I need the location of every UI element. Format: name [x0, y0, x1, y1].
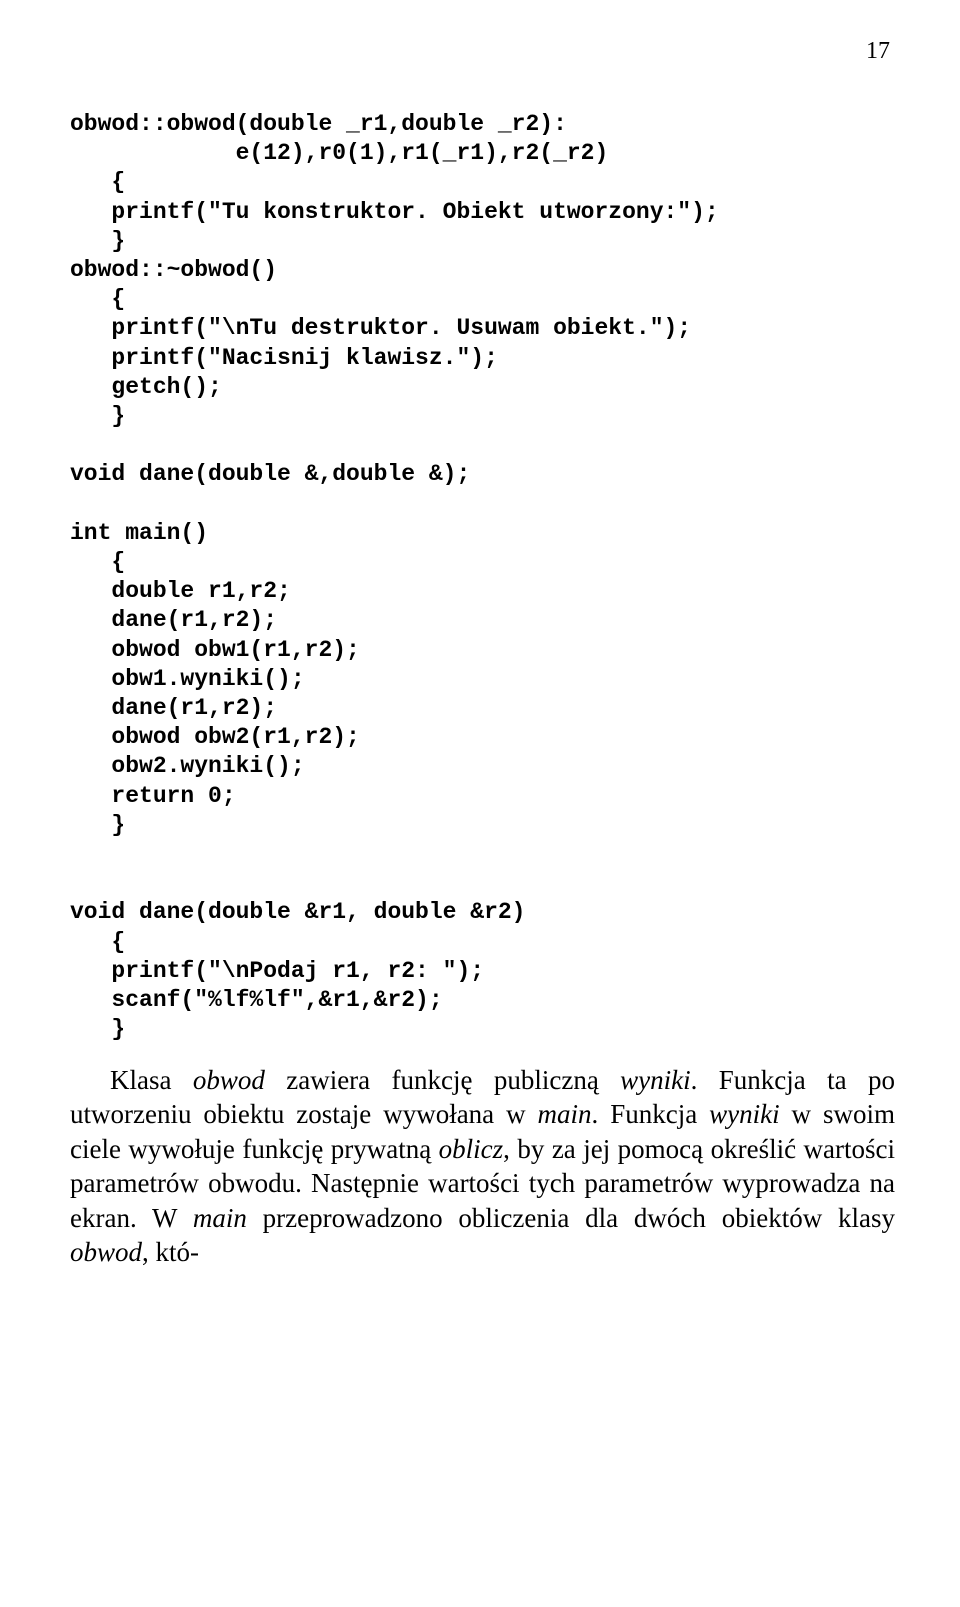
text: , któ-: [142, 1237, 199, 1267]
italic-text: obwod: [70, 1237, 142, 1267]
code-block: obwod::obwod(double _r1,double _r2): e(1…: [70, 110, 895, 1045]
italic-text: oblicz: [439, 1134, 504, 1164]
page-number: 17: [866, 38, 890, 65]
italic-text: wyniki: [620, 1065, 690, 1095]
text: . Funkcja: [592, 1099, 710, 1129]
text: zawiera funkcję publiczną: [265, 1065, 620, 1095]
italic-text: main: [538, 1099, 592, 1129]
italic-text: wy­niki: [709, 1099, 779, 1129]
page: 17 obwod::obwod(double _r1,double _r2): …: [0, 0, 960, 1310]
body-paragraph: Klasa obwod zawiera funkcję publiczną wy…: [70, 1063, 895, 1270]
text: Klasa: [110, 1065, 193, 1095]
italic-text: main: [193, 1203, 247, 1233]
italic-text: obwod: [193, 1065, 265, 1095]
text: prze­prowadzono obliczenia dla dwóch obi…: [247, 1203, 895, 1233]
